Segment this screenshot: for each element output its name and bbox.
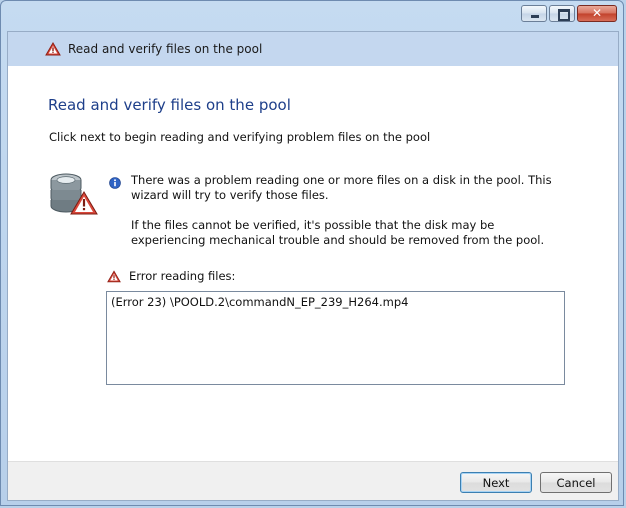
close-icon: ✕ (591, 6, 603, 20)
instruction-text: Click next to begin reading and verifyin… (49, 130, 431, 144)
wizard-window: ✕ Read and verify files on the pool Read… (0, 0, 624, 506)
info-icon (109, 177, 121, 189)
wizard-client-area: Read and verify files on the pool Read a… (7, 31, 619, 501)
window-title: Read and verify files on the pool (68, 42, 263, 56)
warning-icon (45, 42, 61, 56)
page-title: Read and verify files on the pool (48, 96, 291, 114)
maximize-icon (558, 9, 570, 21)
maximize-button[interactable] (549, 5, 575, 22)
error-label: Error reading files: (129, 269, 236, 283)
disk-warning-icon (50, 173, 98, 215)
next-button[interactable]: Next (460, 472, 532, 493)
error-label-row: Error reading files: (107, 269, 235, 283)
minimize-icon (531, 15, 539, 18)
wizard-header: Read and verify files on the pool (8, 32, 618, 66)
wizard-footer: Next Cancel (8, 461, 618, 500)
minimize-button[interactable] (521, 5, 547, 22)
error-files-list[interactable]: (Error 23) \POOLD.2\commandN_EP_239_H264… (106, 291, 565, 385)
list-item[interactable]: (Error 23) \POOLD.2\commandN_EP_239_H264… (111, 295, 560, 309)
close-button[interactable]: ✕ (577, 5, 617, 22)
info-paragraph-verification: If the files cannot be verified, it's po… (131, 218, 545, 247)
info-paragraph-problem: There was a problem reading one or more … (131, 173, 552, 202)
window-controls: ✕ (521, 5, 617, 22)
cancel-button[interactable]: Cancel (540, 472, 612, 493)
warning-icon (107, 269, 121, 282)
